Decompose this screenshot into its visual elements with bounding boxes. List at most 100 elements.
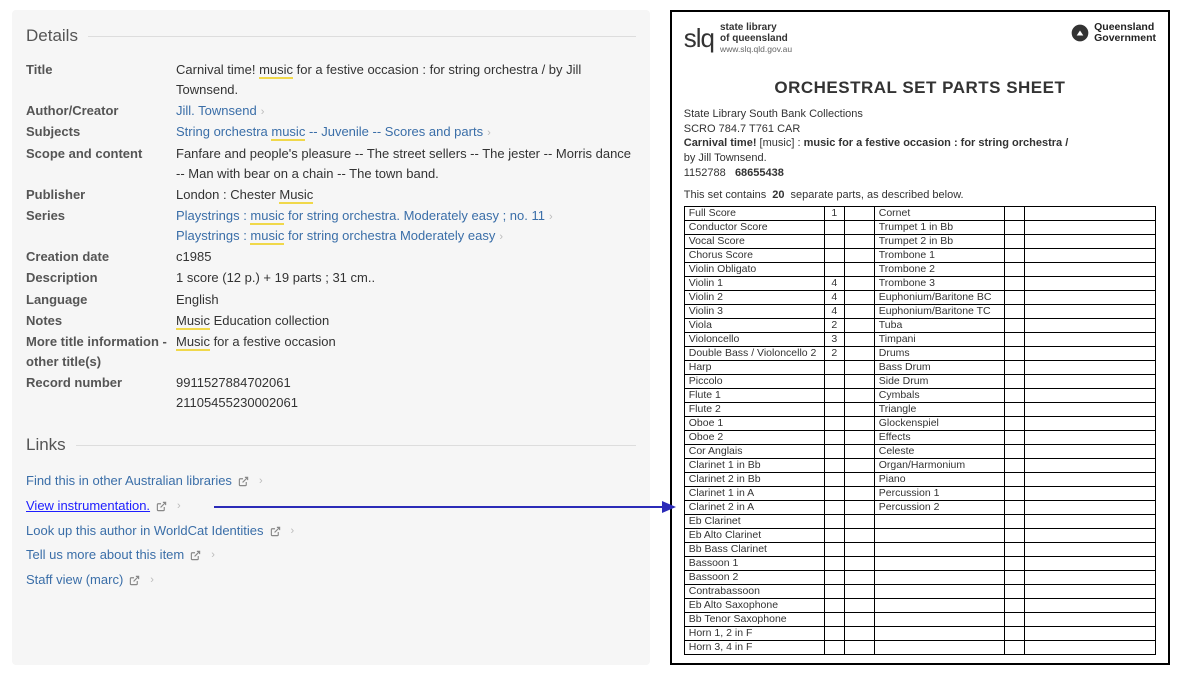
- label-notes: Notes: [26, 311, 176, 331]
- part-name-left: Conductor Score: [684, 221, 824, 235]
- part-qty-left: [824, 543, 844, 557]
- part-qty-left: 4: [824, 305, 844, 319]
- label-record-number: Record number: [26, 373, 176, 393]
- part-qty-left: 4: [824, 291, 844, 305]
- part-name-left: Violin 3: [684, 305, 824, 319]
- label-subjects: Subjects: [26, 122, 176, 142]
- contains-line: This set contains20separate parts, as de…: [684, 189, 1156, 203]
- spacer-cell: [1024, 291, 1155, 305]
- part-qty-left: [824, 473, 844, 487]
- spacer-cell: [844, 515, 874, 529]
- table-row: Eb Alto Saxophone: [684, 599, 1155, 613]
- part-qty-left: [824, 627, 844, 641]
- part-name-left: Violin Obligato: [684, 263, 824, 277]
- part-name-right: Effects: [874, 431, 1004, 445]
- spacer-cell: [1024, 473, 1155, 487]
- spacer-cell: [844, 641, 874, 655]
- table-row: Conductor Score Trumpet 1 in Bb: [684, 221, 1155, 235]
- spacer-cell: [1024, 501, 1155, 515]
- link-author[interactable]: Jill. Townsend: [176, 103, 257, 118]
- spacer-cell: [844, 221, 874, 235]
- spacer-cell: [844, 431, 874, 445]
- part-name-right: Percussion 1: [874, 487, 1004, 501]
- value-publisher: London : Chester Music: [176, 185, 636, 205]
- spacer-cell: [1024, 529, 1155, 543]
- part-qty-right: [1004, 249, 1024, 263]
- part-name-left: Bb Tenor Saxophone: [684, 613, 824, 627]
- table-row: Horn 3, 4 in F: [684, 641, 1155, 655]
- spacer-cell: [844, 613, 874, 627]
- part-name-right: Trumpet 1 in Bb: [874, 221, 1004, 235]
- part-qty-left: [824, 263, 844, 277]
- spacer-cell: [1024, 207, 1155, 221]
- spacer-cell: [844, 445, 874, 459]
- spacer-cell: [844, 207, 874, 221]
- part-qty-right: [1004, 221, 1024, 235]
- link-staff-view[interactable]: Staff view (marc) ›: [26, 568, 636, 593]
- table-row: Oboe 2Effects: [684, 431, 1155, 445]
- chevron-right-icon: ›: [146, 570, 154, 591]
- link-view-instrumentation[interactable]: View instrumentation. ›: [26, 494, 636, 519]
- table-row: Violoncello3Timpani: [684, 333, 1155, 347]
- part-name-right: Trombone 2: [874, 263, 1004, 277]
- spacer-cell: [1024, 459, 1155, 473]
- part-qty-left: [824, 641, 844, 655]
- part-qty-left: [824, 529, 844, 543]
- spacer-cell: [1024, 221, 1155, 235]
- label-creation: Creation date: [26, 247, 176, 267]
- spacer-cell: [844, 291, 874, 305]
- spacer-cell: [844, 529, 874, 543]
- label-more-title: More title information - other title(s): [26, 332, 176, 372]
- part-qty-left: [824, 571, 844, 585]
- link-other-libraries[interactable]: Find this in other Australian libraries …: [26, 469, 636, 494]
- part-name-right: Drums: [874, 347, 1004, 361]
- parts-table: Full Score1CornetConductor ScoreTrumpet …: [684, 206, 1156, 655]
- part-qty-right: [1004, 557, 1024, 571]
- table-row: Clarinet 1 in APercussion 1: [684, 487, 1155, 501]
- spacer-cell: [1024, 571, 1155, 585]
- spacer-cell: [844, 305, 874, 319]
- spacer-cell: [844, 417, 874, 431]
- links-list: Find this in other Australian libraries …: [26, 469, 636, 592]
- external-link-icon: [156, 501, 167, 512]
- link-series-2[interactable]: Playstrings : music for string orchestra…: [176, 228, 495, 245]
- annotation-arrow: [214, 506, 674, 508]
- part-name-right: [874, 585, 1004, 599]
- coat-of-arms-icon: [1070, 23, 1090, 43]
- part-name-right: Cymbals: [874, 389, 1004, 403]
- link-series-1[interactable]: Playstrings : music for string orchestra…: [176, 208, 545, 225]
- links-heading: Links: [26, 435, 636, 455]
- external-link-icon: [238, 476, 249, 487]
- part-qty-left: [824, 585, 844, 599]
- chevron-right-icon: ›: [483, 127, 491, 139]
- spacer-cell: [1024, 641, 1155, 655]
- part-qty-right: [1004, 389, 1024, 403]
- table-row: HarpBass Drum: [684, 361, 1155, 375]
- spacer-cell: [1024, 515, 1155, 529]
- part-name-left: Clarinet 1 in Bb: [684, 459, 824, 473]
- spacer-cell: [1024, 431, 1155, 445]
- part-qty-left: [824, 375, 844, 389]
- part-qty-left: [824, 515, 844, 529]
- table-row: Horn 1, 2 in F: [684, 627, 1155, 641]
- part-name-right: Celeste: [874, 445, 1004, 459]
- link-worldcat[interactable]: Look up this author in WorldCat Identiti…: [26, 519, 636, 544]
- details-grid: Title Carnival time! music for a festive…: [26, 60, 636, 413]
- spacer-cell: [1024, 557, 1155, 571]
- chevron-right-icon: ›: [545, 211, 553, 223]
- part-name-left: Double Bass / Violoncello 2: [684, 347, 824, 361]
- part-qty-left: [824, 249, 844, 263]
- external-link-icon: [129, 575, 140, 586]
- spacer-cell: [844, 235, 874, 249]
- part-name-left: Violin 1: [684, 277, 824, 291]
- link-tell-us-more[interactable]: Tell us more about this item ›: [26, 543, 636, 568]
- link-subject[interactable]: String orchestra music -- Juvenile -- Sc…: [176, 124, 483, 141]
- spacer-cell: [844, 585, 874, 599]
- part-name-right: [874, 515, 1004, 529]
- table-row: Bassoon 2: [684, 571, 1155, 585]
- value-description: 1 score (12 p.) + 19 parts ; 31 cm..: [176, 268, 636, 288]
- part-name-right: Trombone 1: [874, 249, 1004, 263]
- chevron-right-icon: ›: [207, 545, 215, 566]
- spacer-cell: [1024, 403, 1155, 417]
- spacer-cell: [844, 557, 874, 571]
